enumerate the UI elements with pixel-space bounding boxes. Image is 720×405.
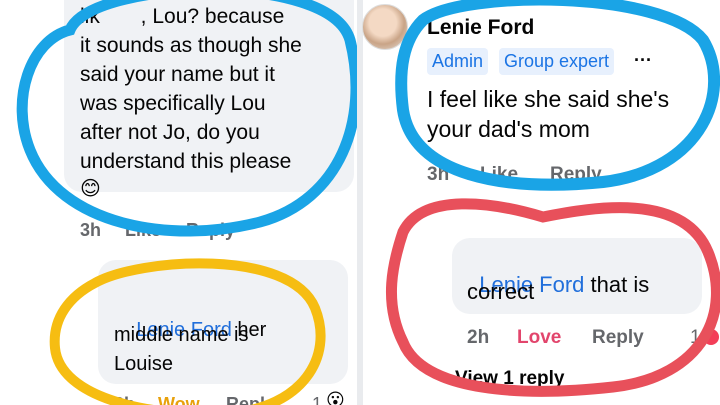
comment-line: it sounds as though she xyxy=(80,34,302,57)
avatar xyxy=(362,4,408,50)
author-name[interactable]: Lenie Ford xyxy=(427,16,534,40)
reply-line: Louise xyxy=(114,353,173,375)
like-button[interactable]: Like xyxy=(480,164,518,186)
reply-button[interactable]: Reply xyxy=(550,164,602,186)
reply-button[interactable]: Repl xyxy=(226,394,265,405)
reply-button[interactable]: Reply xyxy=(592,327,644,349)
more-options-icon[interactable]: ··· xyxy=(634,50,652,71)
wow-reaction-button[interactable]: Wow xyxy=(158,394,200,405)
left-top-panel: lik , Lou? because it sounds as though s… xyxy=(0,0,357,248)
comment-time: 3h xyxy=(80,220,102,240)
reply-text: that is xyxy=(584,272,650,297)
comment-line: understand this please xyxy=(80,150,292,173)
comment-line: was specifically Lou xyxy=(80,92,266,115)
reaction-count: 1 xyxy=(312,394,323,405)
comment-line: after not Jo, do you xyxy=(80,121,260,144)
comment-time: 3h xyxy=(427,164,450,185)
reaction-count: 1 xyxy=(690,327,701,348)
comment-line: said your name but it xyxy=(80,63,275,86)
group-expert-badge: Group expert xyxy=(499,48,615,75)
reply-button[interactable]: Reply xyxy=(186,220,235,241)
admin-badge: Admin xyxy=(427,48,489,75)
reply-line: correct xyxy=(467,279,535,304)
like-button[interactable]: Like xyxy=(125,220,161,241)
reply-time: 2h xyxy=(467,327,490,348)
view-replies-link[interactable]: View 1 reply xyxy=(455,368,565,390)
smile-emoji-icon: 😊 xyxy=(80,178,101,200)
wow-emoji-icon: 😮 xyxy=(326,390,345,405)
reply-line: middle name is xyxy=(114,324,249,346)
comment-line: lik , Lou? because xyxy=(80,5,285,28)
heart-icon xyxy=(703,329,719,345)
reply-time: 2h xyxy=(114,394,136,405)
comment-line: your dad's mom xyxy=(427,116,590,142)
love-reaction-button[interactable]: Love xyxy=(517,327,561,349)
comment-line: I feel like she said she's xyxy=(427,86,670,112)
left-bottom-panel: Lenie Ford her middle name is Louise 2h … xyxy=(0,248,357,405)
